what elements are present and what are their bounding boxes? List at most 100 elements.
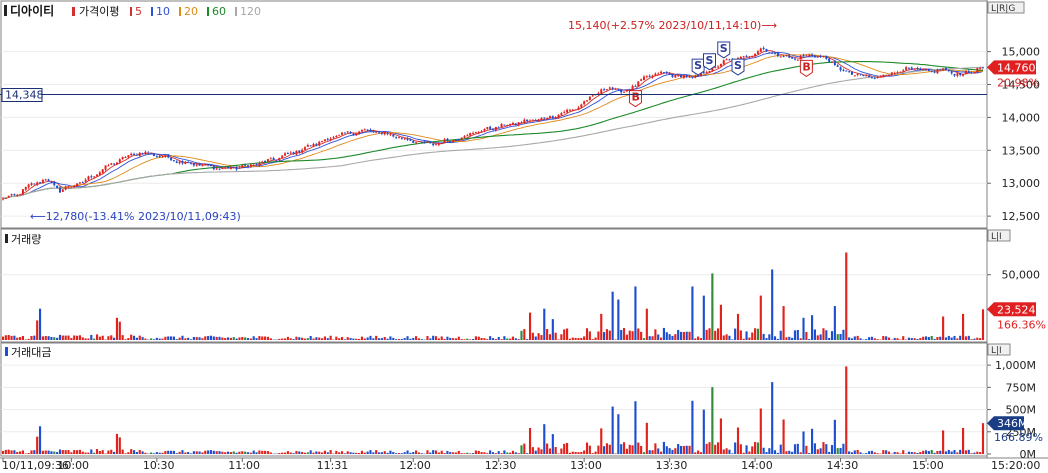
stock-chart[interactable]: BS SSS B 14,348 15,140(+2.57% 2023/10/11,1… [0,0,1048,473]
amount-bar [762,447,765,454]
amount-bar [318,451,321,454]
volume-bar [577,338,580,340]
amount-bar [520,445,523,454]
x-tick-label: 12:00 [399,459,431,472]
candle-body [212,166,215,170]
amount-bar [771,382,774,454]
amount-bar [415,450,418,454]
candle-body [215,168,218,170]
ma-legend-swatch [130,7,132,16]
candle-body [759,48,762,52]
volume-bar [406,336,409,340]
candle-body [275,160,278,162]
amount-bar [876,453,879,454]
volume-bar [785,337,788,340]
candle-body [543,117,546,119]
amount-bar [899,453,902,454]
volume-bar [224,338,227,340]
candle-body [885,75,888,77]
candle-body [640,79,643,81]
amount-bar [893,451,896,454]
volume-panel-title: 거래량 [11,233,41,246]
volume-bar [902,336,905,340]
amount-bar [776,452,779,454]
candle-body [460,137,463,140]
candle-body [355,133,358,136]
candle-body [437,143,440,145]
candle-body [400,137,403,139]
volume-bar [232,337,235,340]
amount-bar [258,450,261,454]
candle-body [554,117,557,119]
amount-bar [380,452,383,454]
volume-bar [252,336,255,340]
amount-bar [155,452,158,454]
candle-body [221,168,224,170]
amount-bar [144,452,147,454]
reference-price-label: 14,348 [5,89,44,102]
ma-legend-item: 60 [212,5,226,18]
volume-bar [583,336,586,340]
volume-scale-tag[interactable]: L|I [987,229,1011,242]
candle-body [50,182,53,184]
volume-bar [953,335,956,340]
amount-bar [734,442,737,454]
candle-body [548,116,551,118]
x-tick-label: 12:30 [485,459,517,472]
candle-body [184,162,187,164]
amount-bar [494,453,497,454]
candle-body [227,167,230,169]
volume-bar [896,338,899,340]
volume-bar [16,337,19,340]
price-tick-label: 13,000 [1002,177,1041,190]
volume-bar [509,338,512,340]
candle-body [813,55,816,58]
volume-bar [503,336,506,340]
volume-bar [343,339,346,340]
volume-bar [799,338,802,340]
amount-bar [708,442,711,454]
amount-bar [167,450,170,454]
volume-bar [477,336,480,340]
candle-body [181,161,184,164]
volume-bar [580,337,583,340]
volume-bar [657,334,660,340]
volume-bar [933,338,936,340]
candle-body [531,120,534,122]
volume-bar [922,336,925,340]
volume-bar [360,336,364,340]
amount-bar [551,434,554,454]
candle-body [509,124,512,126]
candle-body [152,153,155,156]
amount-bar [363,452,366,454]
amount-bar [850,452,854,454]
x-tick-label: 15:00 [912,459,944,472]
volume-bar [546,329,549,340]
amount-bar [224,452,227,454]
amount-bar [668,448,671,454]
amount-bar [406,450,409,454]
amount-bar [58,449,62,454]
volume-bar [944,337,948,340]
candle-body [474,132,477,134]
ma-legend-swatch [235,7,237,16]
amount-scale-tag[interactable]: L|I [987,343,1011,356]
amount-bar [793,444,797,454]
candle-body [947,70,950,72]
candle-body [899,71,902,73]
volume-bar [563,329,566,340]
volume-bar [591,339,594,340]
candle-body [303,147,306,150]
price-scale-tag[interactable]: L|R|G [987,1,1025,14]
candle-body [831,61,834,63]
signal-label: S [706,54,714,67]
amount-bar [642,452,646,454]
candle-body [751,55,754,57]
candle-body [454,139,457,141]
amount-bar [856,449,859,454]
volume-bar [754,328,757,340]
candle-body [728,59,731,61]
volume-bar [833,306,836,340]
volume-bar [617,299,620,340]
amount-bar [665,446,668,454]
